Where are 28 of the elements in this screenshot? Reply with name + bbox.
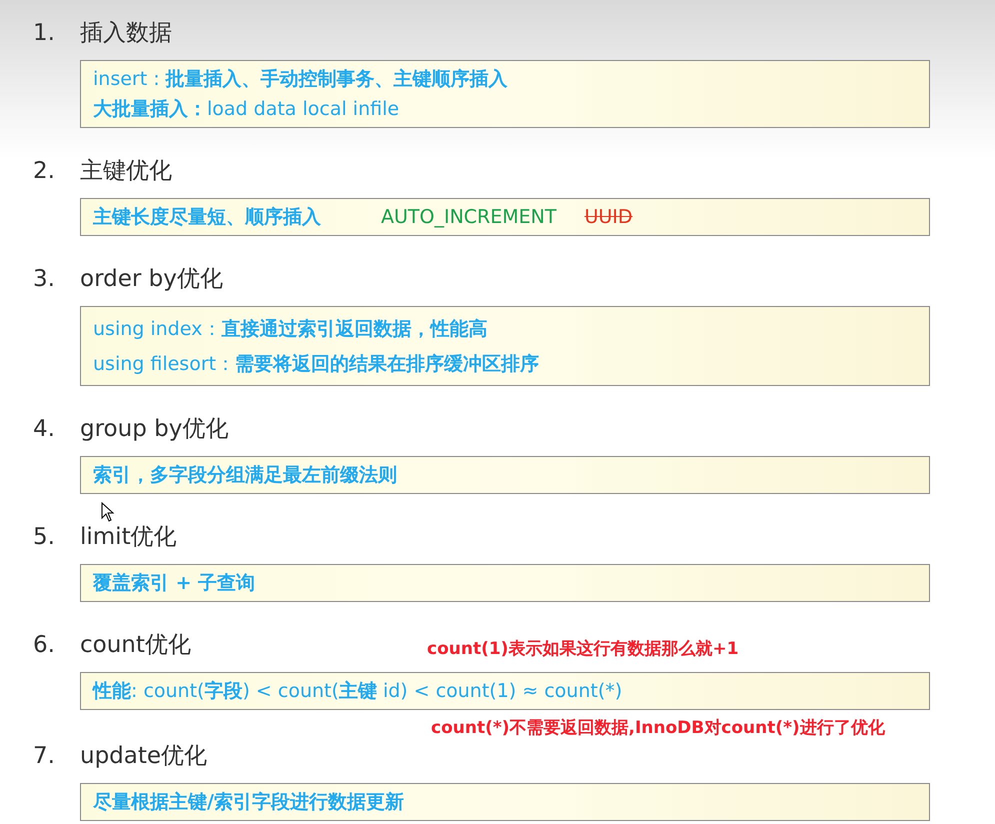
annotation-text: count(*)不需要返回数据,InnoDB对count(*)进行了优化: [431, 717, 886, 740]
tip-text: using index：直接通过索引返回数据，性能高: [93, 316, 488, 342]
tip-text: 大批量插入：load data local infile: [93, 97, 400, 122]
section-title: group by优化: [80, 415, 228, 444]
tip-text: 索引，多字段分组满足最左前缀法则: [93, 463, 397, 488]
keyword-text: AUTO_INCREMENT: [381, 206, 556, 228]
cursor-icon: [101, 502, 115, 522]
item-number: 1.: [32, 20, 56, 46]
item-number: 5.: [32, 524, 56, 550]
tip-text: insert : 批量插入、手动控制事务、主键顺序插入: [93, 67, 508, 92]
item-number: 3.: [32, 266, 56, 292]
tip-text: using filesort：需要将返回的结果在排序缓冲区排序: [93, 352, 540, 376]
section-title: 主键优化: [80, 157, 172, 186]
item-number: 7.: [32, 743, 56, 769]
section-title: 插入数据: [80, 19, 172, 48]
section-title: update优化: [80, 742, 208, 771]
section-title: count优化: [80, 631, 191, 660]
annotation-text: count(1)表示如果这行有数据那么就+1: [427, 638, 739, 660]
section-title: order by优化: [80, 265, 223, 294]
item-number: 4.: [32, 416, 56, 442]
struck-text: UUID: [584, 206, 633, 228]
tip-text: 尽量根据主键/索引字段进行数据更新: [93, 790, 404, 815]
tip-text: 性能: count(字段) < count(主键 id) < count(1) ≈ count(*): [93, 679, 622, 704]
item-number: 2.: [32, 158, 56, 184]
section-title: limit优化: [80, 523, 177, 552]
tip-text: 主键长度尽量短、顺序插入: [93, 205, 321, 230]
tip-text: 覆盖索引 + 子查询: [93, 571, 256, 596]
item-number: 6.: [32, 632, 56, 658]
